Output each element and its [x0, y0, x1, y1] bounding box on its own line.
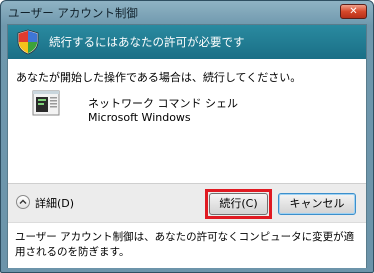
continue-button[interactable]: 続行(C) — [209, 193, 268, 215]
chevron-down-icon[interactable] — [16, 195, 30, 209]
program-name: ネットワーク コマンド シェル — [88, 97, 238, 110]
title-bar[interactable]: ユーザー アカウント制御 ✕ — [1, 1, 373, 23]
header-banner: 続行するにはあなたの許可が必要です — [8, 25, 366, 59]
banner-text: 続行するにはあなたの許可が必要です — [49, 35, 245, 49]
dialog-body: 続行するにはあなたの許可が必要です あなたが開始した操作である場合は、続行してく… — [7, 24, 367, 268]
prompt-text: あなたが開始した操作である場合は、続行してください。 — [16, 71, 302, 84]
footer: ユーザー アカウント制御は、あなたの許可なくコンピュータに変更が適用されるのを防… — [8, 222, 366, 268]
program-icon — [32, 90, 60, 116]
uac-dialog: ユーザー アカウント制御 ✕ 続行するにはあなたの許可が必要です あなたが開始し… — [0, 0, 374, 273]
shield-icon — [17, 29, 39, 55]
close-icon: ✕ — [349, 6, 358, 17]
footer-text: ユーザー アカウント制御は、あなたの許可なくコンピュータに変更が適用されるのを防… — [15, 231, 355, 258]
button-area: 詳細(D) 続行(C) キャンセル — [8, 183, 366, 222]
close-button[interactable]: ✕ — [340, 4, 367, 19]
cancel-button[interactable]: キャンセル — [278, 193, 356, 215]
details-label[interactable]: 詳細(D) — [35, 195, 74, 211]
window-title: ユーザー アカウント制御 — [8, 6, 138, 20]
publisher-name: Microsoft Windows — [88, 111, 191, 124]
